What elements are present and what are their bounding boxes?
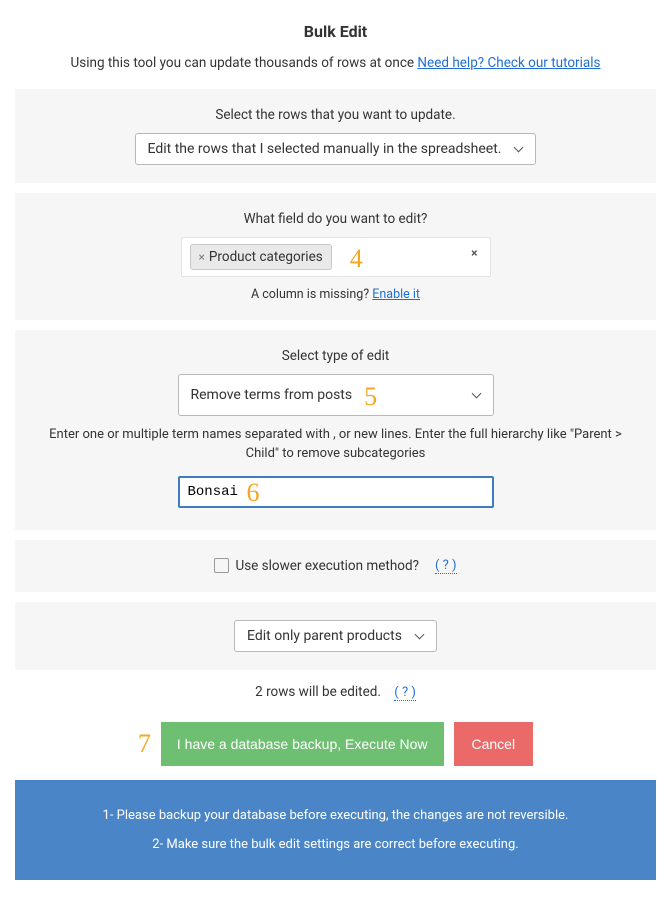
notice-line-2: 2- Make sure the bulk edit settings are …: [45, 837, 626, 852]
status-help-link[interactable]: ( ? ): [394, 685, 416, 701]
execute-button[interactable]: I have a database backup, Execute Now: [161, 722, 444, 766]
slower-section: Use slower execution method? ( ? ): [15, 540, 656, 592]
field-section-label: What field do you want to edit?: [35, 211, 636, 227]
notice-line-1: 1- Please backup your database before ex…: [45, 808, 626, 823]
parent-select-value: Edit only parent products: [247, 628, 402, 644]
rows-select-value: Edit the rows that I selected manually i…: [148, 141, 502, 157]
slower-checkbox[interactable]: [214, 558, 229, 573]
clear-field-icon[interactable]: ×: [471, 246, 477, 260]
field-chip: × Product categories: [190, 244, 332, 270]
status-text: 2 rows will be edited.: [255, 684, 381, 700]
edit-type-section: Select type of edit Remove terms from po…: [15, 330, 656, 530]
edit-type-label: Select type of edit: [35, 348, 636, 364]
chip-remove-icon[interactable]: ×: [199, 250, 205, 264]
rows-section: Select the rows that you want to update.…: [15, 89, 656, 183]
chevron-down-icon: [471, 390, 481, 400]
slower-label: Use slower execution method?: [235, 558, 419, 574]
tutorials-link[interactable]: Need help? Check our tutorials: [417, 55, 600, 71]
enable-column-link[interactable]: Enable it: [372, 287, 420, 302]
page-title: Bulk Edit: [15, 22, 656, 41]
terms-input[interactable]: Bonsai: [178, 476, 494, 508]
missing-column-hint: A column is missing? Enable it: [35, 287, 636, 302]
chevron-down-icon: [513, 144, 523, 154]
status-row: 2 rows will be edited. ( ? ): [15, 684, 656, 700]
rows-select[interactable]: Edit the rows that I selected manually i…: [135, 133, 537, 165]
chevron-down-icon: [414, 631, 424, 641]
annotation-badge-5: 5: [364, 384, 377, 410]
field-tag-select[interactable]: × Product categories 4 ×: [181, 237, 491, 277]
parent-select[interactable]: Edit only parent products: [234, 620, 437, 652]
edit-type-desc: Enter one or multiple term names separat…: [35, 426, 636, 464]
warning-notice: 1- Please backup your database before ex…: [15, 780, 656, 880]
rows-section-label: Select the rows that you want to update.: [35, 107, 636, 123]
subtitle: Using this tool you can update thousands…: [15, 55, 656, 71]
cancel-button[interactable]: Cancel: [454, 722, 534, 766]
parent-section: Edit only parent products: [15, 602, 656, 670]
annotation-badge-4: 4: [350, 246, 363, 272]
subtitle-text: Using this tool you can update thousands…: [70, 55, 417, 71]
field-section: What field do you want to edit? × Produc…: [15, 193, 656, 320]
slower-help-link[interactable]: ( ? ): [435, 558, 457, 574]
annotation-badge-7: 7: [138, 731, 151, 757]
edit-type-value: Remove terms from posts: [191, 387, 353, 403]
missing-column-text: A column is missing?: [251, 287, 372, 302]
field-chip-label: Product categories: [209, 249, 323, 265]
terms-input-wrap: Bonsai 6: [178, 476, 494, 508]
edit-type-select[interactable]: Remove terms from posts 5: [178, 374, 494, 416]
action-row: 7 I have a database backup, Execute Now …: [15, 722, 656, 766]
